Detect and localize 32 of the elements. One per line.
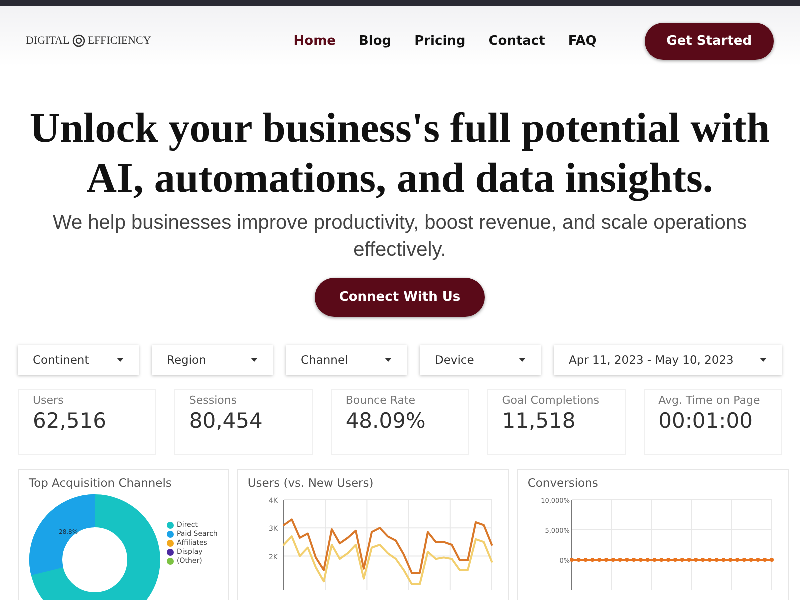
stat-label: Users [33, 394, 65, 407]
logo-text: EFFICIENCY [88, 35, 152, 47]
logo[interactable]: DIGITAL EFFICIENCY [26, 34, 226, 48]
nav-link[interactable]: FAQ [568, 34, 597, 48]
stat-value: 62,516 [33, 409, 108, 433]
filter-dropdown[interactable]: Continent [18, 345, 139, 375]
filter-dropdown[interactable]: Channel [286, 345, 407, 375]
nav-link[interactable]: Pricing [414, 34, 466, 48]
stat-value: 11,518 [502, 409, 577, 433]
stat-label: Avg. Time on Page [658, 394, 762, 407]
filter-dropdown[interactable]: Device [420, 345, 541, 375]
nav-link[interactable]: Home [294, 34, 336, 48]
stat-value: 00:01:00 [658, 409, 754, 433]
hero-subtitle: We help businesses improve productivity, boost revenue, and scale operations effectively. [52, 211, 748, 263]
stat-label: Bounce Rate [346, 394, 417, 407]
stat-label: Sessions [189, 394, 238, 407]
stat-label: Goal Completions [502, 394, 600, 407]
get-started-button[interactable]: Get Started [644, 22, 774, 60]
stat-value: 80,454 [189, 409, 264, 433]
card-title: Users (vs. New Users) [248, 476, 375, 490]
card-title: Conversions [528, 476, 600, 490]
connect-button[interactable]: Connect With Us [315, 278, 485, 317]
hero-title: Unlock your business's full potential with AI, automations, and data insights. [30, 105, 770, 204]
card-title: Top Acquisition Channels [29, 476, 173, 490]
logo-text: DIGITAL [26, 35, 70, 47]
line-series [282, 518, 493, 574]
stat-value: 48.09% [346, 409, 427, 433]
filter-dropdown[interactable]: Apr 11, 2023 - May 10, 2023 [554, 345, 782, 375]
nav-link[interactable]: Blog [358, 34, 392, 48]
filter-dropdown[interactable]: Region [152, 345, 273, 375]
line-series [282, 536, 493, 586]
nav-link[interactable]: Contact [488, 34, 546, 48]
